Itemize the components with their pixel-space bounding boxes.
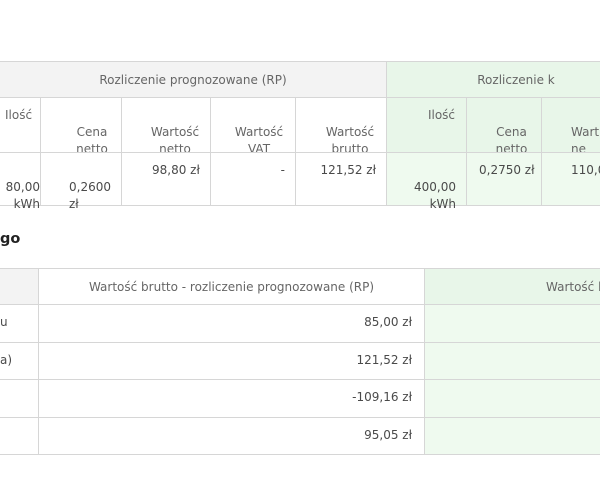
- table2-row-value-k: [424, 304, 600, 343]
- cell-net-value-k: 110,0: [541, 152, 600, 206]
- table2-row-value-k: [424, 417, 600, 455]
- col-header-net-value-k: Wart ne: [541, 97, 600, 156]
- col-header-gross-value-rp: Wartość brutto: [295, 97, 387, 156]
- table2-row-value-k: [424, 342, 600, 380]
- cell-quantity-k: 400,00 kWh: [386, 152, 467, 211]
- col-header-net-value-rp: Wartość netto: [121, 97, 211, 156]
- col-header-vat-value-rp: Wartość VAT: [210, 97, 296, 156]
- cell-vat-value-rp: -: [210, 152, 296, 206]
- col-header-net-price-rp: Cena netto: [40, 97, 122, 156]
- table2-row-value-k: [424, 379, 600, 418]
- col-header-net-price-k: Cena netto: [466, 97, 542, 156]
- cell-gross-value-rp: 121,52 zł: [295, 152, 387, 206]
- group-header-k: Rozliczenie k: [386, 61, 600, 98]
- table2-row-value-rp: 121,52 zł: [38, 342, 425, 380]
- table2-row-value-rp: -109,16 zł: [38, 379, 425, 418]
- table2-row-label: a): [0, 342, 39, 380]
- cell-quantity-rp: 80,00 kWh: [0, 152, 41, 211]
- section-title: go: [0, 231, 21, 247]
- col-header-quantity-rp: Ilość: [0, 97, 41, 153]
- table2-row-label: [0, 417, 39, 455]
- table2-row-label: [0, 379, 39, 418]
- col-header-quantity-k: Ilość: [386, 97, 467, 153]
- table2-header-label: [0, 268, 39, 305]
- group-header-rp-label: Rozliczenie prognozowane (RP): [99, 73, 287, 87]
- table2-header-k: Wartość b: [424, 268, 600, 305]
- table2-row-label: u: [0, 304, 39, 343]
- cell-net-price-rp: 0,2600 zł: [40, 152, 122, 211]
- table2-header-rp: Wartość brutto - rozliczenie prognozowan…: [38, 268, 425, 305]
- table2-row-value-rp: 85,00 zł: [38, 304, 425, 343]
- cell-net-value-rp: 98,80 zł: [121, 152, 211, 206]
- table2-row-value-rp: 95,05 zł: [38, 417, 425, 455]
- group-header-rp: Rozliczenie prognozowane (RP): [0, 61, 387, 98]
- group-header-k-label: Rozliczenie k: [477, 73, 555, 87]
- cell-net-price-k: 0,2750 zł: [466, 152, 542, 206]
